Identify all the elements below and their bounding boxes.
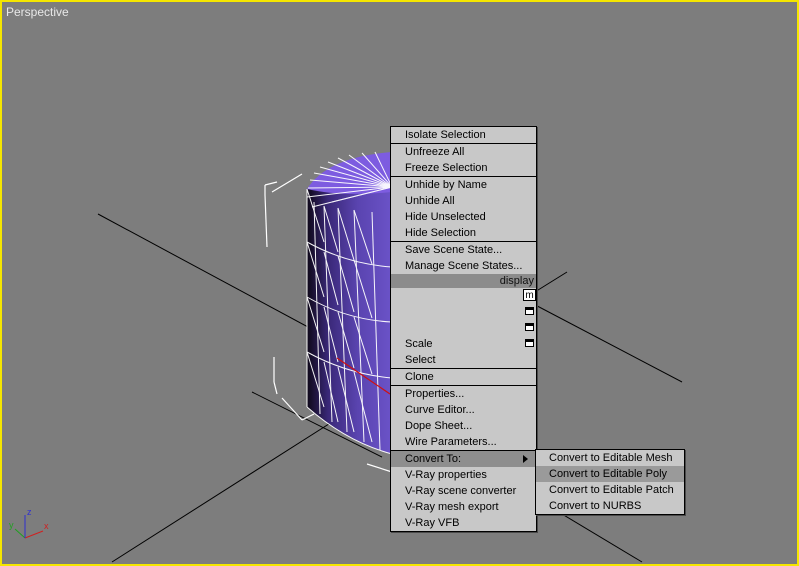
menu-item-clone[interactable]: Clone [391,369,536,385]
menu-item-unhide-all[interactable]: Unhide All [391,193,536,209]
submenu-item-editable-mesh[interactable]: Convert to Editable Mesh [536,450,684,466]
menu-item-scale-label: Scale [405,338,433,350]
transform-quad-row[interactable]: m [391,288,536,304]
menu-item-unhide-by-name[interactable]: Unhide by Name [391,177,536,193]
quad-header-display: display [391,274,536,288]
menu-item-wire-parameters[interactable]: Wire Parameters... [391,434,536,450]
settings-box-icon[interactable] [525,339,534,347]
submenu-arrow-icon [523,455,528,463]
menu-item-dope-sheet[interactable]: Dope Sheet... [391,418,536,434]
submenu-item-editable-patch[interactable]: Convert to Editable Patch [536,482,684,498]
menu-item-vray-mesh-export[interactable]: V-Ray mesh export [391,499,536,515]
settings-box-icon[interactable] [525,307,534,315]
menu-item-hide-selection[interactable]: Hide Selection [391,225,536,241]
convert-to-submenu: Convert to Editable Mesh Convert to Edit… [535,449,685,515]
menu-item-freeze-selection[interactable]: Freeze Selection [391,160,536,176]
transform-quad-row[interactable] [391,304,536,320]
menu-item-vray-vfb[interactable]: V-Ray VFB [391,515,536,531]
menu-item-scale[interactable]: Scale [391,336,536,352]
menu-item-save-scene-state[interactable]: Save Scene State... [391,242,536,258]
submenu-item-editable-poly[interactable]: Convert to Editable Poly [536,466,684,482]
axis-gizmo: x y z [9,507,49,539]
menu-item-vray-scene-converter[interactable]: V-Ray scene converter [391,483,536,499]
menu-item-select[interactable]: Select [391,352,536,368]
menu-item-isolate-selection[interactable]: Isolate Selection [391,127,536,143]
menu-item-unfreeze-all[interactable]: Unfreeze All [391,144,536,160]
transform-quad-label: m [523,289,536,301]
menu-item-convert-to[interactable]: Convert To: [391,451,536,467]
submenu-item-nurbs[interactable]: Convert to NURBS [536,498,684,514]
menu-item-curve-editor[interactable]: Curve Editor... [391,402,536,418]
quad-menu: Isolate Selection Unfreeze All Freeze Se… [390,126,537,532]
axis-z-label: z [27,507,32,517]
menu-item-manage-scene-states[interactable]: Manage Scene States... [391,258,536,274]
transform-quad-row[interactable] [391,320,536,336]
axis-x-label: x [44,521,49,531]
cylinder-object[interactable] [306,151,393,455]
axis-y-label: y [9,520,14,530]
menu-item-properties[interactable]: Properties... [391,386,536,402]
menu-item-hide-unselected[interactable]: Hide Unselected [391,209,536,225]
menu-item-convert-to-label: Convert To: [405,453,462,465]
settings-box-icon[interactable] [525,323,534,331]
menu-item-vray-properties[interactable]: V-Ray properties [391,467,536,483]
